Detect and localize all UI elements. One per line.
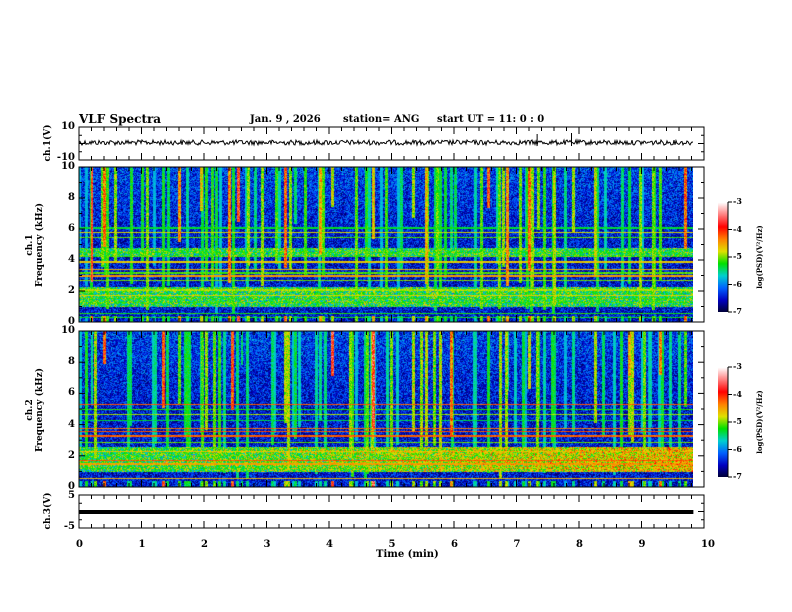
x-tick-label: 3 — [263, 539, 271, 550]
colorbar-tick-label: -4 — [733, 388, 742, 399]
spec1-ytick: 6 — [68, 223, 75, 234]
x-tick-label: 8 — [576, 539, 583, 550]
ch2-spec-ylabel: ch.2 Frequency (kHz) — [25, 360, 45, 460]
colorbar-tick-label: -4 — [733, 223, 742, 234]
x-tick-label: 1 — [138, 539, 146, 550]
ch3-trace — [79, 510, 694, 514]
ch3-ylabel: ch.3(V) — [43, 492, 53, 530]
spec1-ytick: 2 — [68, 285, 75, 296]
x-tick-label: 7 — [513, 539, 521, 550]
spec1-ytick: 10 — [61, 161, 75, 172]
ch1-ylabel: ch.1(V) — [43, 124, 53, 162]
x-tick-label: 0 — [76, 539, 83, 550]
panel-3-frame — [78, 330, 705, 488]
colorbar-tick-label: -5 — [733, 251, 742, 261]
x-axis-label: Time (min) — [376, 549, 439, 560]
spec1-ytick: 4 — [68, 254, 75, 265]
ch1-ytick: 10 — [61, 121, 75, 132]
x-tick-label: 10 — [701, 539, 715, 550]
colorbar-tick-label: -7 — [733, 306, 742, 316]
ch1-spec-ylabel: ch.1 Frequency (kHz) — [25, 195, 45, 295]
colorbar-tick-label: -6 — [733, 278, 742, 289]
ch1-spec-ylabel-top: ch.1 — [25, 234, 35, 256]
panel-2-frame — [78, 166, 705, 323]
vlf-spectra-figure: VLF Spectra Jan. 9 , 2026 station= ANG s… — [0, 0, 792, 612]
colorbar-tick-label: -6 — [733, 443, 742, 454]
ch2-spec-ylabel-top: ch.2 — [25, 399, 35, 421]
colorbar-tick-label: -7 — [733, 471, 742, 481]
spec2-ytick: 2 — [68, 449, 75, 461]
spec2-ytick: 8 — [68, 356, 75, 368]
colorbar-tick-label: -3 — [733, 361, 742, 371]
colorbar-tick-label: -5 — [733, 416, 742, 426]
axes-layer — [78, 126, 732, 529]
x-tick-label: 2 — [201, 539, 208, 550]
colorbar1-label: log(PSD)(V²/Hz) — [755, 225, 764, 289]
spec2-ytick: 4 — [68, 418, 75, 430]
spec1-ytick: 8 — [68, 192, 75, 203]
x-tick-label: 9 — [638, 539, 646, 550]
x-tick-label: 6 — [451, 539, 458, 550]
ch1-spec-ylabel-freq: Frequency (kHz) — [35, 203, 45, 288]
ch2-spec-ylabel-freq: Frequency (kHz) — [35, 368, 45, 453]
colorbar2-label: log(PSD)(V²/Hz) — [755, 390, 764, 454]
ch3-ytick: -5 — [63, 521, 75, 532]
ch3-ytick: 5 — [68, 490, 75, 501]
x-tick-label: 5 — [388, 539, 396, 550]
spec2-ytick: 6 — [68, 387, 75, 399]
colorbar-tick-label: -3 — [733, 196, 742, 206]
ch1-trace — [78, 138, 694, 147]
spec2-ytick: 10 — [61, 325, 75, 336]
x-tick-label: 4 — [326, 539, 333, 550]
